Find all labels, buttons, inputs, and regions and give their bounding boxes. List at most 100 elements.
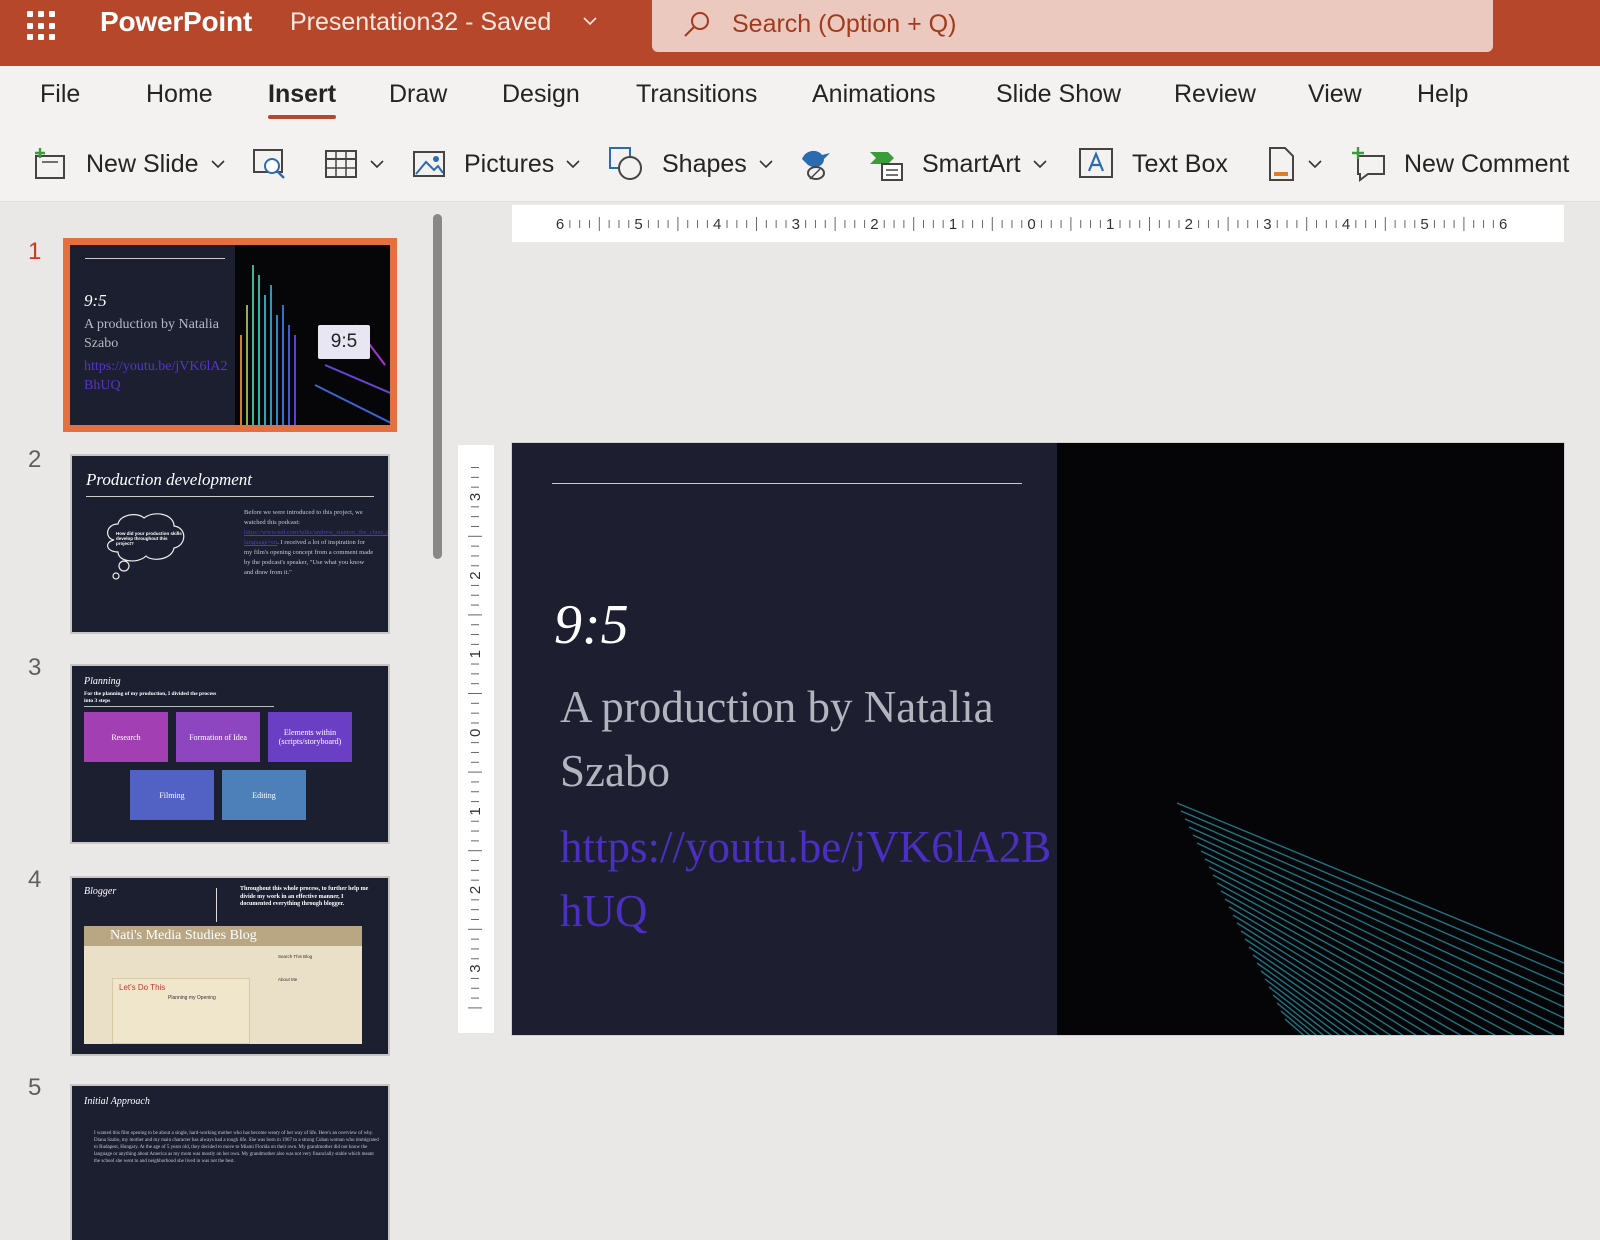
current-slide[interactable]: 9:5 A production by Natalia Szabo https:… [512,443,1564,1035]
slide-thumbnail-1[interactable]: 9:5 A production by Natalia Szabo https:… [63,238,397,432]
ruler-label: 3 [467,493,484,501]
slide-title[interactable]: 9:5 [554,593,629,657]
new-comment-button[interactable]: New Comment [1350,140,1569,188]
thumbnail-scrollbar[interactable] [433,214,442,559]
thumb-title: Planning [84,676,121,687]
ruler-label: 3 [792,216,800,233]
thumb-subtitle: A production by Natalia Szabo [84,317,219,351]
tab-animations[interactable]: Animations [812,80,936,109]
ruler-label: 1 [467,807,484,815]
post-subtitle: Planning my Opening [168,995,216,1001]
smartart-label: SmartArt [922,149,1021,178]
smartart-icon [870,152,903,181]
search-icon [684,12,709,37]
tab-transitions[interactable]: Transitions [636,80,757,109]
divider-line [86,496,374,497]
shapes-button[interactable]: Shapes [608,140,775,188]
tab-file[interactable]: File [40,80,80,109]
app-name[interactable]: PowerPoint [100,6,252,38]
ruler-label: 4 [1342,216,1350,233]
shapes-icon [609,147,642,180]
tab-insert[interactable]: Insert [268,80,337,119]
tab-review[interactable]: Review [1174,80,1256,109]
smartart-box: Research [84,712,168,762]
ruler-label: 0 [467,729,484,737]
post-title: Let's Do This [119,983,166,992]
text-box-button[interactable]: Text Box [1078,140,1228,188]
search-placeholder: Search (Option + Q) [732,10,957,38]
ruler-label: 2 [467,571,484,579]
slide-link[interactable]: https://youtu.be/jVK6lA2BhUQ [560,815,1060,943]
horizontal-ruler: 6 5 4 3 2 1 0 1 2 3 4 5 6 [512,205,1564,242]
table-icon [325,150,357,178]
pictures-icon [413,151,445,177]
tab-help[interactable]: Help [1417,80,1468,109]
tab-home[interactable]: Home [146,80,213,109]
reuse-slides-icon [253,149,285,179]
search-box[interactable]: Search (Option + Q) [652,0,1493,52]
document-title[interactable]: Presentation32 - Saved [290,8,551,37]
new-comment-icon [1352,147,1385,182]
thumb-subtitle: For the planning of my production, I div… [84,691,217,704]
slide-thumbnail-3[interactable]: Planning For the planning of my producti… [70,664,390,844]
text-box-icon [1079,148,1113,178]
slide-thumbnail-pane[interactable]: 1 9:5 A production by Natalia Szabo http… [0,202,448,1240]
abstract-art-image[interactable] [1057,443,1564,1035]
ruler-label: 2 [467,886,484,894]
chevron-down-icon[interactable] [757,155,775,173]
app-launcher-icon[interactable] [24,8,60,44]
icons-button[interactable] [796,140,834,188]
ruler-label: 2 [870,216,878,233]
tab-view[interactable]: View [1308,80,1362,109]
slide-thumbnail-4[interactable]: Blogger Throughout this whole process, t… [70,876,390,1056]
blog-post: Let's Do This Planning my Opening [112,978,250,1044]
thumb-body: Throughout this whole process, to furthe… [240,886,369,907]
slide-tag: 9:5 [318,325,370,359]
divider-line [552,483,1022,484]
tab-slide-show[interactable]: Slide Show [996,80,1121,109]
blog-header: Nati's Media Studies Blog [84,926,362,946]
new-comment-label: New Comment [1404,149,1570,178]
cloud-question: How did your production skills develop t… [116,531,182,546]
ruler-label: 3 [1263,216,1271,233]
ruler-label: 5 [634,216,642,233]
pictures-button[interactable]: Pictures [412,140,582,188]
chevron-down-icon[interactable] [1306,155,1324,173]
header-footer-button[interactable] [1266,140,1324,188]
tab-draw[interactable]: Draw [389,80,447,109]
ruler-label: 6 [1499,216,1507,233]
slide-subtitle[interactable]: A production by Natalia Szabo [560,675,1060,803]
chevron-down-icon[interactable] [1031,155,1049,173]
slide-number: 3 [28,654,42,681]
new-slide-label: New Slide [86,149,199,178]
chevron-down-icon[interactable] [368,155,386,173]
new-slide-button[interactable]: New Slide [32,140,227,188]
smartart-box: Editing [222,770,306,820]
chevron-down-icon[interactable] [564,155,582,173]
thumb-title: Production development [86,470,253,489]
vertical-ruler: 3 2 1 0 1 2 3 [458,445,494,1033]
document-icon [1269,147,1294,181]
table-button[interactable] [324,140,386,188]
slide-number: 2 [28,446,42,473]
chevron-down-icon[interactable] [582,13,598,29]
slide-thumbnail-2[interactable]: Production development How did your prod… [70,454,390,634]
thumb-title: 9:5 [84,291,107,310]
tab-design[interactable]: Design [502,80,580,109]
pictures-label: Pictures [464,149,555,178]
reuse-slides-button[interactable] [252,140,288,188]
ruler-label: 1 [1106,216,1114,233]
chevron-down-icon[interactable] [209,155,227,173]
ribbon-commands: New Slide Pictures Shapes SmartArt Text … [0,128,1600,202]
slide-number: 4 [28,866,42,893]
slide-number: 1 [28,238,42,265]
thumb-body: I wanted this film opening to be about a… [94,1131,379,1164]
ruler-label: 1 [467,650,484,658]
smartart-box: Filming [130,770,214,820]
slide-number: 5 [28,1074,42,1101]
thumb-title: Initial Approach [84,1096,150,1107]
new-slide-icon [35,148,65,179]
shapes-label: Shapes [662,149,747,178]
smartart-button[interactable]: SmartArt [868,140,1049,188]
slide-thumbnail-5[interactable]: Initial Approach I wanted this film open… [70,1084,390,1240]
